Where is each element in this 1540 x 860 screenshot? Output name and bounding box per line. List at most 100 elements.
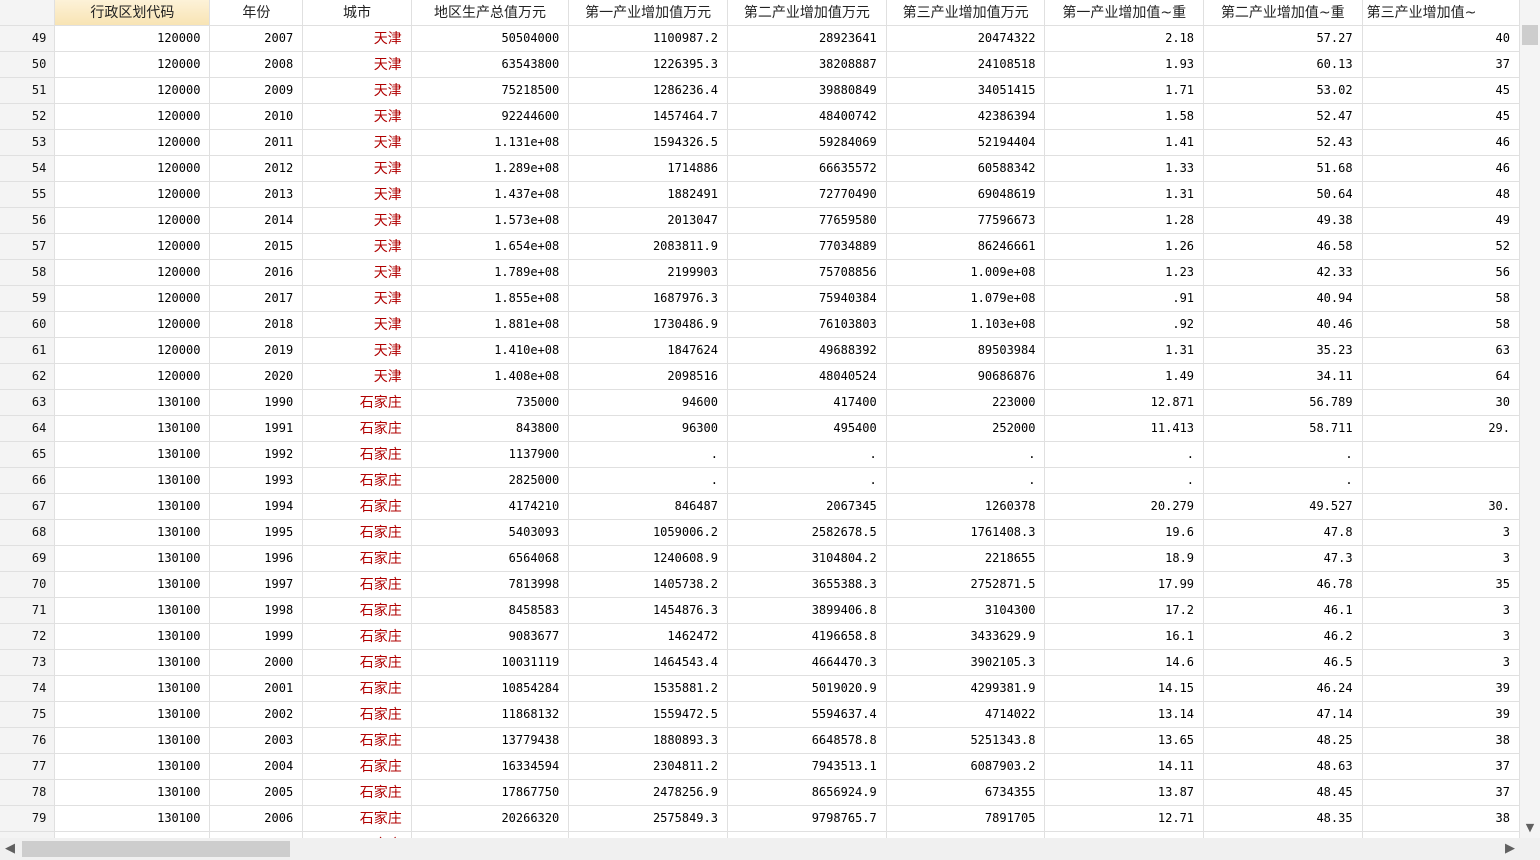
- table-cell[interactable]: 6087903.2: [886, 753, 1046, 780]
- table-cell[interactable]: 24108518: [886, 51, 1046, 78]
- column-header-tertiary[interactable]: 第三产业增加值万元: [886, 0, 1046, 26]
- table-cell[interactable]: 1059006.2: [568, 519, 728, 546]
- table-cell[interactable]: 77659580: [727, 207, 887, 234]
- table-cell-city[interactable]: 石家庄: [302, 389, 412, 416]
- table-cell[interactable]: 75218500: [411, 77, 570, 104]
- table-cell-city[interactable]: 石家庄: [302, 467, 412, 494]
- table-cell[interactable]: 2001: [209, 675, 304, 702]
- table-cell[interactable]: .: [727, 441, 887, 468]
- table-cell[interactable]: 1.58: [1044, 103, 1205, 130]
- table-cell[interactable]: 7943513.1: [727, 753, 887, 780]
- column-header-year[interactable]: 年份: [209, 0, 304, 26]
- table-cell[interactable]: 130100: [54, 753, 211, 780]
- table-cell[interactable]: 47.14: [1203, 701, 1363, 728]
- table-row[interactable]: 57 120000 2015 天津 1.654e+08 2083811.9 77034889…: [0, 233, 1520, 260]
- table-cell[interactable]: 1457464.7: [568, 103, 728, 130]
- table-cell[interactable]: [568, 831, 728, 838]
- table-cell[interactable]: 50504000: [411, 25, 570, 52]
- scroll-right-icon[interactable]: ▶: [1502, 840, 1518, 858]
- table-cell[interactable]: 120000: [54, 129, 211, 156]
- table-cell-city[interactable]: 天津: [302, 233, 412, 260]
- table-cell[interactable]: 1.33: [1044, 155, 1205, 182]
- table-row[interactable]: 63 130100 1990 石家庄 735000 94600 417400 223000 12…: [0, 389, 1520, 416]
- table-cell[interactable]: 417400: [727, 389, 887, 416]
- table-cell[interactable]: 17867750: [411, 779, 570, 806]
- table-cell[interactable]: 1.079e+08: [886, 285, 1046, 312]
- table-cell[interactable]: 72770490: [727, 181, 887, 208]
- table-cell-city[interactable]: 石家庄: [302, 701, 412, 728]
- table-cell[interactable]: 130100: [54, 597, 211, 624]
- table-cell-city[interactable]: 石家庄: [302, 493, 412, 520]
- table-cell[interactable]: 120000: [54, 181, 211, 208]
- table-cell[interactable]: 1997: [209, 571, 304, 598]
- table-cell[interactable]: 130100: [54, 701, 211, 728]
- table-cell[interactable]: 120000: [54, 311, 211, 338]
- table-cell[interactable]: 1.26: [1044, 233, 1205, 260]
- table-row[interactable]: 72 130100 1999 石家庄 9083677 1462472 4196658.8 34…: [0, 623, 1520, 650]
- table-cell[interactable]: 6564068: [411, 545, 570, 572]
- table-cell[interactable]: [1044, 831, 1205, 838]
- table-cell[interactable]: 120000: [54, 103, 211, 130]
- row-number[interactable]: 54: [0, 155, 56, 182]
- row-number[interactable]: 57: [0, 233, 56, 260]
- table-cell[interactable]: 130100: [54, 441, 211, 468]
- table-cell[interactable]: 17.99: [1044, 571, 1205, 598]
- table-row[interactable]: 56 120000 2014 天津 1.573e+08 2013047 77659580 77…: [0, 207, 1520, 234]
- table-cell[interactable]: 49688392: [727, 337, 887, 364]
- row-number[interactable]: 61: [0, 337, 56, 364]
- table-cell[interactable]: 1594326.5: [568, 129, 728, 156]
- row-number[interactable]: 49: [0, 25, 56, 52]
- table-cell[interactable]: 28923641: [727, 25, 887, 52]
- table-cell[interactable]: 130100: [54, 779, 211, 806]
- table-row[interactable]: 49 120000 2007 天津 50504000 1100987.2 28923641 2…: [0, 25, 1520, 52]
- table-cell[interactable]: 49: [1362, 207, 1520, 234]
- table-cell[interactable]: 5594637.4: [727, 701, 887, 728]
- table-cell[interactable]: 843800: [411, 415, 570, 442]
- table-cell[interactable]: 42.33: [1203, 259, 1363, 286]
- table-cell[interactable]: 8656924.9: [727, 779, 887, 806]
- row-number[interactable]: 69: [0, 545, 56, 572]
- table-cell[interactable]: 1882491: [568, 181, 728, 208]
- table-cell[interactable]: 1.789e+08: [411, 259, 570, 286]
- table-cell[interactable]: 48400742: [727, 103, 887, 130]
- table-cell[interactable]: 1761408.3: [886, 519, 1046, 546]
- table-row[interactable]: 54 120000 2012 天津 1.289e+08 1714886 66635572 60…: [0, 155, 1520, 182]
- row-number[interactable]: 58: [0, 259, 56, 286]
- table-row[interactable]: 71 130100 1998 石家庄 8458583 1454876.3 3899406.8…: [0, 597, 1520, 624]
- table-cell[interactable]: .: [1203, 441, 1363, 468]
- table-cell[interactable]: 1.131e+08: [411, 129, 570, 156]
- table-cell[interactable]: 1226395.3: [568, 51, 728, 78]
- table-cell[interactable]: 13779438: [411, 727, 570, 754]
- table-cell[interactable]: 16.1: [1044, 623, 1205, 650]
- table-cell[interactable]: 2575849.3: [568, 805, 728, 832]
- row-number[interactable]: 67: [0, 493, 56, 520]
- table-cell[interactable]: 34.11: [1203, 363, 1363, 390]
- table-cell[interactable]: 1687976.3: [568, 285, 728, 312]
- table-cell[interactable]: 495400: [727, 415, 887, 442]
- table-cell[interactable]: .: [568, 441, 728, 468]
- table-cell-city[interactable]: 石家庄: [302, 675, 412, 702]
- table-cell[interactable]: .: [1044, 467, 1205, 494]
- row-number[interactable]: 80: [0, 831, 56, 838]
- column-header-city[interactable]: 城市: [302, 0, 412, 26]
- table-cell[interactable]: 2004: [209, 753, 304, 780]
- table-cell[interactable]: [886, 831, 1046, 838]
- table-cell[interactable]: 46: [1362, 129, 1520, 156]
- table-cell[interactable]: 3: [1362, 545, 1520, 572]
- table-cell[interactable]: 2003: [209, 727, 304, 754]
- table-row[interactable]: 51 120000 2009 天津 75218500 1286236.4 39880849 3…: [0, 77, 1520, 104]
- table-row[interactable]: 73 130100 2000 石家庄 10031119 1464543.4 4664470.…: [0, 649, 1520, 676]
- table-cell[interactable]: 46.2: [1203, 623, 1363, 650]
- table-cell[interactable]: 29.: [1362, 415, 1520, 442]
- table-cell[interactable]: 60.13: [1203, 51, 1363, 78]
- row-number[interactable]: 78: [0, 779, 56, 806]
- table-cell[interactable]: 39: [1362, 701, 1520, 728]
- table-cell-city[interactable]: 石家庄: [302, 779, 412, 806]
- table-cell[interactable]: 2005: [209, 779, 304, 806]
- table-row[interactable]: 69 130100 1996 石家庄 6564068 1240608.9 3104804.2…: [0, 545, 1520, 572]
- table-row[interactable]: 76 130100 2003 石家庄 13779438 1880893.3 6648578.…: [0, 727, 1520, 754]
- table-cell[interactable]: 5403093: [411, 519, 570, 546]
- table-cell[interactable]: 1.28: [1044, 207, 1205, 234]
- table-cell[interactable]: 46.1: [1203, 597, 1363, 624]
- table-cell[interactable]: 46.58: [1203, 233, 1363, 260]
